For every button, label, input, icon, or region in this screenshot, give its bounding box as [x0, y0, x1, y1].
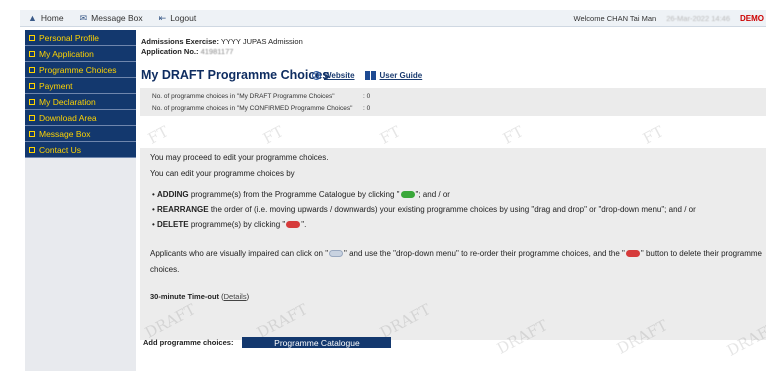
welcome-text: Welcome CHAN Tai Man — [573, 13, 657, 23]
vi-text-b: " and use the "drop-down menu" to re-ord… — [344, 249, 625, 258]
page-title: My DRAFT Programme Choices — [141, 68, 330, 82]
notice-line-1: You may proceed to edit your programme c… — [150, 153, 329, 162]
confirmed-count-row: No. of programme choices in "My CONFIRME… — [152, 105, 370, 112]
details-link[interactable]: Details — [224, 292, 247, 301]
bullet-icon — [29, 114, 35, 121]
book-icon — [364, 71, 377, 80]
globe-icon — [312, 71, 321, 80]
confirmed-count-value: : 0 — [363, 105, 371, 112]
home-icon: ▲ — [28, 13, 37, 23]
timeout-line: 30-minute Time-out (Details) — [150, 292, 250, 301]
app-no-label: Application No.: — [141, 47, 199, 56]
adding-strong: ADDING — [157, 190, 189, 199]
watermark: FT — [144, 122, 172, 148]
logout-label: Logout — [170, 13, 197, 23]
rearrange-strong: REARRANGE — [157, 205, 209, 214]
delete-text-b: ". — [301, 220, 307, 229]
website-link-label: Website — [324, 71, 355, 80]
sidebar-item-label: Programme Choices — [39, 64, 117, 75]
draft-count-value: : 0 — [363, 93, 371, 100]
sidebar-item-contact-us[interactable]: Contact Us — [25, 142, 136, 158]
message-box-link[interactable]: ✉ Message Box — [80, 13, 143, 24]
draft-count-label: No. of programme choices in "My DRAFT Pr… — [152, 93, 335, 100]
adding-text-a: programme(s) from the Programme Catalogu… — [188, 190, 400, 199]
demo-badge: DEMO — [740, 13, 764, 23]
timeout-label: 30-minute Time-out — [150, 292, 220, 301]
sidebar-item-label: My Application — [39, 48, 94, 59]
visually-impaired-line-2: choices. — [150, 265, 180, 274]
instructions-panel: You may proceed to edit your programme c… — [140, 148, 766, 340]
exercise-label: Admissions Exercise: — [141, 37, 219, 46]
delete-icon — [286, 221, 301, 229]
rearrange-text: the order of (i.e. moving upwards / down… — [208, 205, 696, 214]
app-no-value: 41981177 — [200, 47, 234, 56]
bullet-rearrange: • REARRANGE the order of (i.e. moving up… — [152, 205, 696, 214]
exercise-value: YYYY JUPAS Admission — [220, 37, 303, 46]
user-guide-link[interactable]: User Guide — [364, 71, 423, 80]
sidebar-item-download-area[interactable]: Download Area — [25, 110, 136, 126]
visually-impaired-line: Applicants who are visually impaired can… — [150, 249, 762, 258]
sidebar-item-label: Contact Us — [39, 144, 82, 155]
logout-link[interactable]: ⇤ Logout — [159, 13, 197, 24]
sidebar-item-label: My Declaration — [39, 96, 96, 107]
delete-strong: DELETE — [157, 220, 189, 229]
draft-count-row: No. of programme choices in "My DRAFT Pr… — [152, 93, 370, 100]
sidebar-item-label: Download Area — [39, 112, 97, 123]
vi-text-c: " button to delete their programme — [640, 249, 763, 258]
add-programme-label: Add programme choices: — [143, 338, 234, 347]
bullet-icon — [29, 66, 35, 73]
sidebar-item-label: Message Box — [39, 128, 91, 139]
bullet-icon — [29, 34, 35, 41]
add-programme-row: Add programme choices: Programme Catalog… — [143, 337, 392, 348]
sidebar: Personal Profile My Application Programm… — [25, 30, 136, 371]
choice-counts: No. of programme choices in "My DRAFT Pr… — [140, 88, 766, 116]
watermark: FT — [259, 122, 287, 148]
bullet-icon — [29, 130, 35, 137]
bullet-icon — [29, 98, 35, 105]
vi-text-a: Applicants who are visually impaired can… — [150, 249, 329, 258]
bullet-icon — [29, 82, 35, 89]
dropdown-menu-icon — [329, 250, 344, 258]
user-guide-link-label: User Guide — [379, 71, 423, 80]
admissions-exercise: Admissions Exercise: YYYY JUPAS Admissio… — [141, 37, 303, 46]
title-links: Website User Guide — [312, 71, 432, 80]
sidebar-item-my-declaration[interactable]: My Declaration — [25, 94, 136, 110]
adding-text-b: "; and / or — [415, 190, 450, 199]
website-link[interactable]: Website — [312, 71, 355, 80]
bullet-icon — [29, 146, 35, 153]
sidebar-item-programme-choices[interactable]: Programme Choices — [25, 62, 136, 78]
sidebar-item-payment[interactable]: Payment — [25, 78, 136, 94]
programme-catalogue-button[interactable]: Programme Catalogue — [242, 337, 392, 348]
home-label: Home — [40, 13, 64, 23]
top-bar: ▲ Home ✉ Message Box ⇤ Logout Welcome CH… — [20, 10, 766, 27]
watermark: FT — [376, 122, 404, 148]
main-content: Admissions Exercise: YYYY JUPAS Admissio… — [140, 30, 766, 371]
sidebar-item-my-application[interactable]: My Application — [25, 46, 136, 62]
add-icon — [400, 191, 415, 199]
watermark: FT — [499, 122, 527, 148]
sidebar-item-label: Personal Profile — [39, 32, 100, 43]
sidebar-item-label: Payment — [39, 80, 73, 91]
date-text: 26-Mar-2022 14:46 — [666, 13, 730, 23]
confirmed-count-label: No. of programme choices in "My CONFIRME… — [152, 105, 353, 112]
bullet-adding: • ADDING programme(s) from the Programme… — [152, 190, 450, 199]
delete-text-a: programme(s) by clicking " — [188, 220, 286, 229]
mail-icon: ✉ — [79, 12, 88, 23]
home-link[interactable]: ▲ Home — [28, 13, 64, 23]
sidebar-item-personal-profile[interactable]: Personal Profile — [25, 30, 136, 46]
watermark: FT — [639, 122, 667, 148]
bullet-delete: • DELETE programme(s) by clicking " ". — [152, 220, 307, 229]
bullet-icon — [29, 50, 35, 57]
notice-line-2: You can edit your programme choices by — [150, 169, 295, 178]
delete-icon — [625, 250, 640, 258]
message-box-label: Message Box — [91, 13, 143, 23]
logout-icon: ⇤ — [158, 12, 167, 23]
sidebar-item-message-box[interactable]: Message Box — [25, 126, 136, 142]
application-number: Application No.: 41981177 — [141, 47, 233, 56]
